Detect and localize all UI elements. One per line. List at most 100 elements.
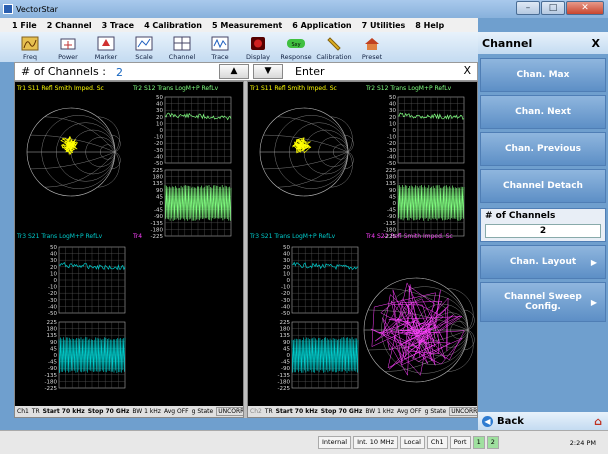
maximize-button[interactable]: □	[541, 1, 565, 15]
status-uncorr: UNCORR	[216, 407, 243, 416]
toolbar-response-button[interactable]: Sxy Response	[278, 32, 314, 62]
svg-text:Sxy: Sxy	[291, 42, 300, 48]
axis-tick-label: 20	[50, 265, 57, 271]
axis-tick-label: -30	[387, 148, 396, 154]
axis-tick-label: -90	[387, 214, 396, 220]
axis-tick-label: 30	[50, 258, 57, 264]
channel-status-bar: Ch2 TR Start 70 kHz Stop 70 GHz BW 1 kHz Avg …	[248, 406, 477, 417]
axis-tick-label: 225	[153, 168, 164, 174]
status-reference: Int. 10 MHz	[353, 436, 399, 449]
toolbar-channel-button[interactable]: Channel	[164, 32, 200, 62]
status-channel: Ch1	[426, 436, 448, 449]
status-port-2: 2	[486, 436, 499, 449]
calibration-icon	[325, 36, 343, 51]
channel-sweep-arrow-icon: ▶	[590, 297, 597, 307]
chan-previous-button[interactable]: Chan. Previous	[480, 132, 606, 166]
close-button[interactable]: ✕	[566, 1, 604, 15]
status-state: g State	[191, 408, 214, 415]
display-icon	[249, 36, 267, 51]
trace-label[interactable]: Tr2 S12 Trans LogM+P RefLv	[365, 85, 452, 92]
logmag-grid-s12: 50403020100-10-20-30-40-50	[154, 95, 232, 167]
axis-tick-label: 0	[393, 128, 397, 134]
axis-tick-label: 20	[389, 115, 396, 121]
menu-measurement[interactable]: 5 Measurement	[212, 21, 282, 30]
panel-close-button[interactable]: X	[592, 37, 600, 50]
axis-tick-label: 180	[280, 327, 291, 333]
power-icon	[59, 36, 77, 51]
axis-tick-label: -30	[48, 298, 57, 304]
entry-enter-button[interactable]: Enter	[295, 65, 325, 78]
entry-up-button[interactable]: ▲	[219, 64, 249, 79]
num-channels-value[interactable]: 2	[485, 224, 601, 238]
toolbar-scale-button[interactable]: Scale	[126, 32, 162, 62]
trace-icon	[211, 36, 229, 51]
num-channels-label: # of Channels	[485, 211, 556, 221]
scale-icon	[135, 36, 153, 51]
back-button[interactable]: ◀ Back ⌂	[478, 412, 608, 430]
trace-label[interactable]: Tr4	[132, 233, 142, 240]
title-bar: VectorStar – □ ✕	[0, 0, 608, 18]
axis-tick-label: 135	[153, 181, 164, 187]
toolbar-preset-button[interactable]: Preset	[354, 32, 390, 62]
trace-label[interactable]: Tr4 S22 Refl Smith Imped. Sc	[365, 233, 453, 240]
menu-trace[interactable]: 3 Trace	[102, 21, 134, 30]
axis-tick-label: -40	[281, 304, 290, 310]
toolbar-freq-button[interactable]: Freq	[12, 32, 48, 62]
preset-icon	[363, 36, 381, 51]
toolbar-display-button[interactable]: Display	[240, 32, 276, 62]
axis-tick-label: 50	[283, 245, 290, 251]
axis-tick-label: -90	[48, 366, 57, 372]
axis-tick-label: 40	[50, 252, 57, 258]
menu-help[interactable]: 8 Help	[415, 21, 444, 30]
status-bar: Internal Int. 10 MHz Local Ch1 Port 1 2 …	[0, 430, 608, 454]
channel-sweep-config-button[interactable]: Channel Sweep Config. ▶	[480, 282, 606, 322]
channel-detach-button[interactable]: Channel Detach	[480, 169, 606, 203]
menu-channel[interactable]: 2 Channel	[47, 21, 92, 30]
chan-layout-button[interactable]: Chan. Layout ▶	[480, 245, 606, 279]
status-port: Port	[449, 436, 471, 449]
axis-tick-label: 225	[280, 320, 291, 326]
status-uncorr: UNCORR	[449, 407, 477, 416]
trace-label[interactable]: Tr3 S21 Trans LogM+P RefLv	[249, 233, 336, 240]
axis-tick-label: 90	[156, 188, 163, 194]
menu-file[interactable]: 1 File	[12, 21, 37, 30]
status-start: Start 70 kHz	[275, 408, 318, 415]
axis-tick-label: -225	[151, 234, 164, 240]
axis-tick-label: -50	[281, 311, 290, 317]
smith-chart-s22	[363, 277, 475, 383]
minimize-button[interactable]: –	[516, 1, 540, 15]
status-tr: TR	[264, 408, 273, 415]
channel-plot-svg: Tr1 S11 Refl Smith Imped. Sc Tr2 S12 Tran…	[249, 85, 475, 392]
axis-tick-label: 0	[287, 353, 291, 359]
toolbar-power-button[interactable]: Power	[50, 32, 86, 62]
response-icon: Sxy	[287, 36, 305, 51]
channel-2-display[interactable]: Tr1 S11 Refl Smith Imped. Sc Tr2 S12 Tran…	[247, 81, 478, 418]
axis-tick-label: 30	[283, 258, 290, 264]
axis-tick-label: 20	[156, 115, 163, 121]
axis-tick-label: 90	[283, 340, 290, 346]
trace-label[interactable]: Tr2 S12 Trans LogM+P RefLv	[132, 85, 219, 92]
home-icon[interactable]: ⌂	[594, 415, 602, 428]
channel-1-display[interactable]: Tr1 S11 Refl Smith Imped. Sc Tr2 S12 Tran…	[14, 81, 244, 418]
menu-calibration[interactable]: 4 Calibration	[144, 21, 202, 30]
logmag-grid-s12: 50403020100-10-20-30-40-50	[387, 95, 465, 167]
chan-max-button[interactable]: Chan. Max	[480, 58, 606, 92]
menu-utilities[interactable]: 7 Utilities	[362, 21, 406, 30]
toolbar-marker-button[interactable]: Marker	[88, 32, 124, 62]
trace-label[interactable]: Tr1 S11 Refl Smith Imped. Sc	[249, 85, 337, 92]
trace-label[interactable]: Tr1 S11 Refl Smith Imped. Sc	[16, 85, 104, 92]
entry-down-button[interactable]: ▼	[253, 64, 283, 79]
toolbar-trace-button[interactable]: Trace	[202, 32, 238, 62]
entry-close-button[interactable]: X	[463, 64, 471, 77]
chan-next-button[interactable]: Chan. Next	[480, 95, 606, 129]
axis-tick-label: -45	[154, 208, 163, 214]
axis-tick-label: 50	[389, 95, 396, 101]
entry-value-field[interactable]: 2	[113, 65, 199, 79]
status-bw: BW 1 kHz	[365, 408, 394, 415]
back-label: Back	[497, 415, 524, 427]
toolbar-calibration-button[interactable]: Calibration	[316, 32, 352, 62]
num-channels-box[interactable]: # of Channels 2	[480, 208, 606, 242]
axis-tick-label: 40	[156, 102, 163, 108]
menu-application[interactable]: 6 Application	[292, 21, 351, 30]
trace-label[interactable]: Tr3 S21 Trans LogM+P RefLv	[16, 233, 103, 240]
